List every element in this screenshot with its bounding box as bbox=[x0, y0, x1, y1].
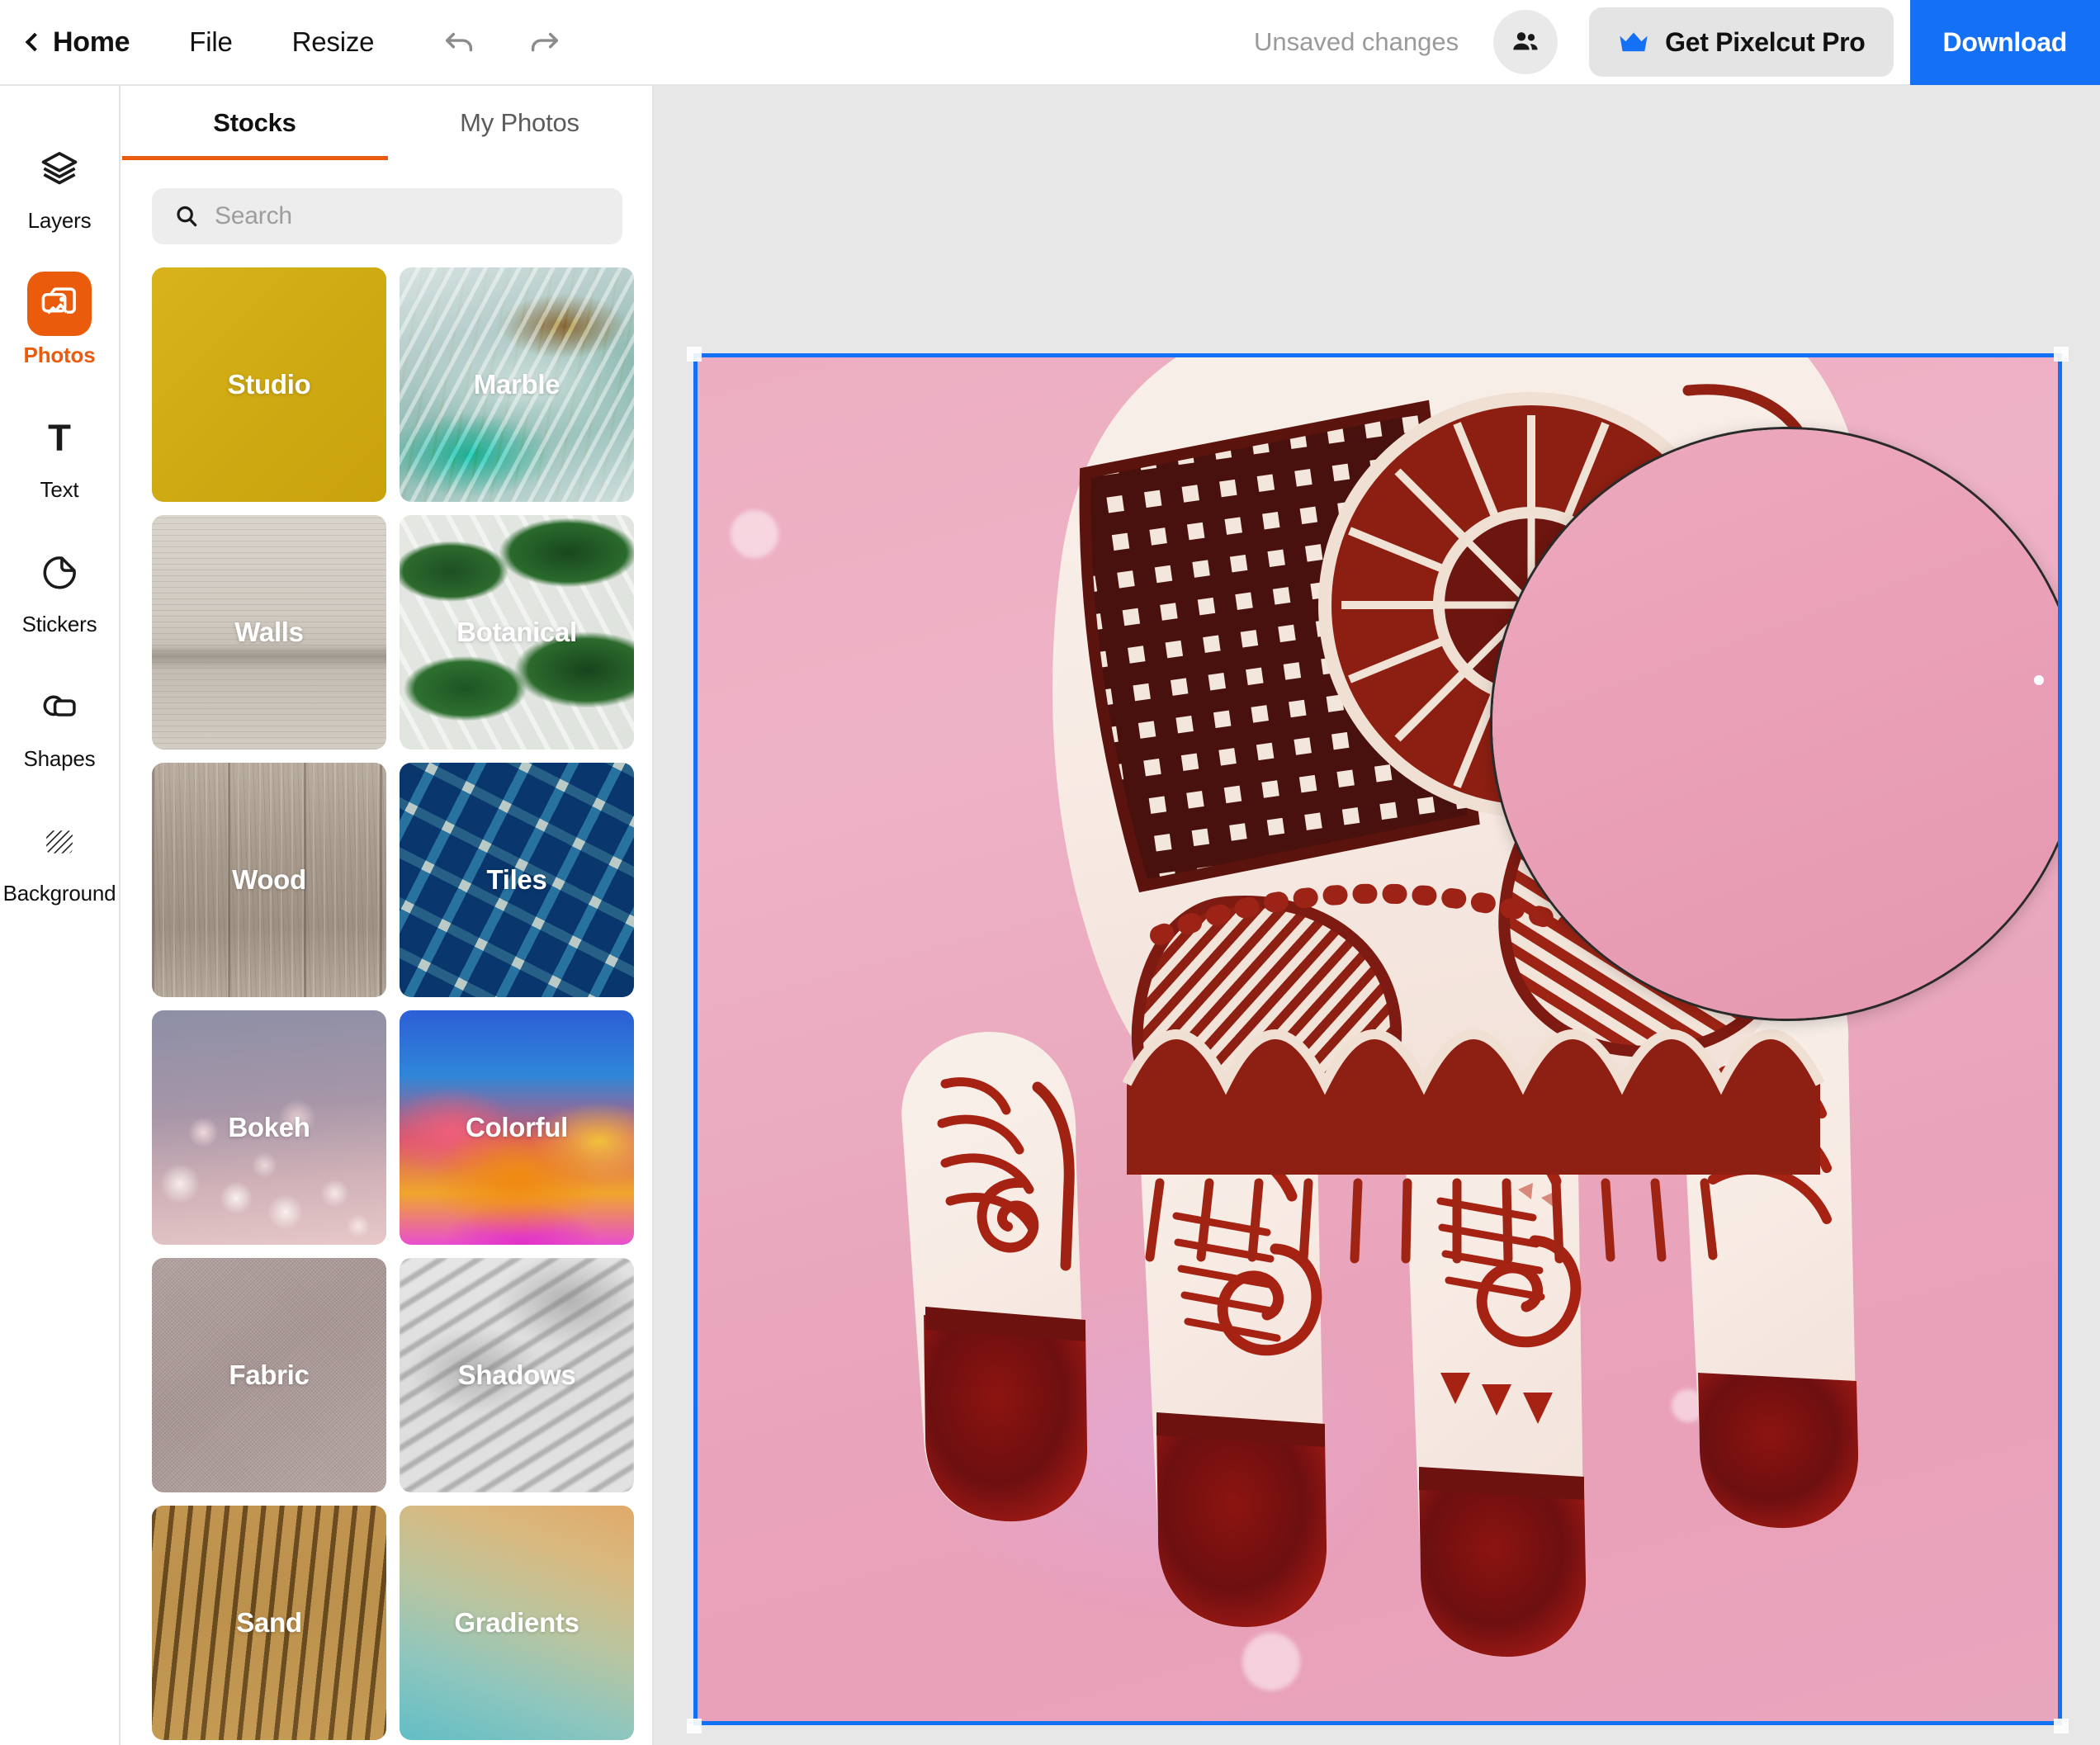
save-status: Unsaved changes bbox=[1253, 27, 1459, 56]
layers-icon-wrap bbox=[27, 137, 92, 201]
search-icon bbox=[177, 206, 197, 227]
stock-category-tile[interactable]: Sand bbox=[152, 1506, 386, 1740]
sidebar-item-background[interactable]: Background bbox=[0, 810, 120, 906]
panel-tabs: Stocks My Photos bbox=[122, 86, 652, 160]
selection-handle-top-left[interactable] bbox=[687, 347, 702, 362]
stickers-icon-wrap bbox=[27, 541, 92, 605]
selection-handle-bottom-right[interactable] bbox=[2054, 1719, 2069, 1733]
chevron-left-icon bbox=[25, 32, 45, 52]
stock-category-label: Wood bbox=[232, 864, 306, 895]
shapes-icon bbox=[43, 695, 76, 716]
redo-icon bbox=[532, 32, 559, 52]
sidebar-label-background: Background bbox=[2, 881, 116, 906]
menu-file[interactable]: File bbox=[189, 26, 233, 58]
canvas-area[interactable] bbox=[654, 86, 2100, 1745]
stock-category-tile[interactable]: Walls bbox=[152, 515, 386, 750]
layers-icon bbox=[41, 152, 78, 185]
stock-category-tile[interactable]: Fabric bbox=[152, 1258, 386, 1492]
magnifier-background bbox=[1492, 429, 2058, 1019]
stock-category-tile[interactable]: Gradients bbox=[400, 1506, 634, 1740]
magnifier-content bbox=[1492, 429, 2058, 1019]
stock-category-tile[interactable]: Studio bbox=[152, 267, 386, 502]
topbar-right-group: Unsaved changes Get Pixelcut Pro Downloa… bbox=[1254, 0, 2100, 85]
stock-category-label: Sand bbox=[236, 1607, 302, 1638]
sidebar-label-photos: Photos bbox=[23, 343, 96, 367]
sidebar-label-shapes: Shapes bbox=[23, 746, 96, 771]
stock-category-label: Shadows bbox=[457, 1360, 576, 1390]
menu-resize[interactable]: Resize bbox=[292, 26, 375, 58]
stock-category-label: Colorful bbox=[465, 1112, 569, 1142]
artboard[interactable] bbox=[693, 353, 2062, 1725]
stock-category-grid: Studio Marble Walls Botanical Wood Tiles Bokeh… bbox=[122, 244, 652, 1740]
get-pixelcut-pro-button[interactable]: Get Pixelcut Pro bbox=[1589, 7, 1894, 77]
photos-panel: Stocks My Photos Search Studio Marble Wall… bbox=[122, 86, 654, 1745]
stock-category-tile[interactable]: Bokeh bbox=[152, 1010, 386, 1245]
stickers-icon bbox=[43, 556, 76, 589]
tab-stocks[interactable]: Stocks bbox=[122, 86, 387, 160]
selection-handle-top-right[interactable] bbox=[2054, 347, 2069, 362]
text-icon-wrap: T bbox=[27, 406, 92, 471]
stock-category-tile[interactable]: Shadows bbox=[400, 1258, 634, 1492]
people-icon bbox=[1513, 32, 1538, 50]
text-icon: T bbox=[48, 417, 71, 459]
redo-button[interactable] bbox=[521, 19, 567, 65]
download-button[interactable]: Download bbox=[1909, 0, 2100, 85]
sidebar-item-photos[interactable]: Photos bbox=[0, 272, 120, 368]
sidebar-label-stickers: Stickers bbox=[21, 612, 97, 636]
sidebar-label-text: Text bbox=[40, 477, 79, 502]
home-label: Home bbox=[53, 26, 130, 58]
stock-category-tile[interactable]: Botanical bbox=[400, 515, 634, 750]
svg-text:T: T bbox=[48, 417, 71, 459]
stock-category-tile[interactable]: Tiles bbox=[400, 763, 634, 997]
sidebar-label-layers: Layers bbox=[27, 208, 92, 233]
history-buttons bbox=[437, 19, 567, 65]
stock-category-label: Bokeh bbox=[228, 1112, 310, 1142]
sidebar-item-text[interactable]: T Text bbox=[0, 406, 120, 503]
stock-category-tile[interactable]: Colorful bbox=[400, 1010, 634, 1245]
stock-category-label: Walls bbox=[234, 617, 304, 647]
search-input[interactable]: Search bbox=[152, 188, 622, 244]
active-tab-indicator bbox=[122, 156, 388, 160]
background-icon bbox=[46, 830, 73, 854]
undo-icon bbox=[446, 32, 473, 52]
home-button[interactable]: Home bbox=[25, 26, 130, 59]
photos-icon bbox=[41, 287, 76, 314]
stock-category-tile[interactable]: Wood bbox=[152, 763, 386, 997]
top-toolbar: Home File Resize Unsaved changes Get Pix… bbox=[0, 0, 2100, 86]
magnifier-lens[interactable] bbox=[1490, 427, 2058, 1021]
left-rail: Layers Photos T Text Stickers Shapes Bac… bbox=[0, 86, 121, 1745]
stock-category-label: Studio bbox=[227, 369, 311, 400]
shapes-icon-wrap bbox=[27, 675, 92, 740]
stock-category-label: Marble bbox=[473, 369, 560, 400]
tab-my-photos[interactable]: My Photos bbox=[387, 86, 652, 160]
background-icon-wrap bbox=[27, 810, 92, 874]
search-container: Search bbox=[122, 160, 652, 244]
sidebar-item-layers[interactable]: Layers bbox=[0, 137, 120, 234]
finger-index bbox=[901, 1032, 1088, 1522]
stock-category-label: Tiles bbox=[486, 864, 547, 895]
lens-specular-dot bbox=[2034, 675, 2044, 685]
sidebar-item-stickers[interactable]: Stickers bbox=[0, 541, 120, 637]
photos-icon-wrap bbox=[27, 272, 92, 336]
stock-category-tile[interactable]: Marble bbox=[400, 267, 634, 502]
collaborators-button[interactable] bbox=[1493, 10, 1558, 74]
undo-button[interactable] bbox=[437, 19, 483, 65]
selection-handle-bottom-left[interactable] bbox=[687, 1719, 702, 1733]
search-placeholder: Search bbox=[215, 202, 292, 229]
stock-category-label: Fabric bbox=[229, 1360, 310, 1390]
sidebar-item-shapes[interactable]: Shapes bbox=[0, 675, 120, 772]
download-button-label: Download bbox=[1942, 26, 2068, 57]
pro-button-label: Get Pixelcut Pro bbox=[1665, 26, 1866, 57]
stock-category-label: Botanical bbox=[456, 617, 577, 647]
stock-category-label: Gradients bbox=[454, 1607, 579, 1638]
crown-icon bbox=[1620, 32, 1648, 52]
